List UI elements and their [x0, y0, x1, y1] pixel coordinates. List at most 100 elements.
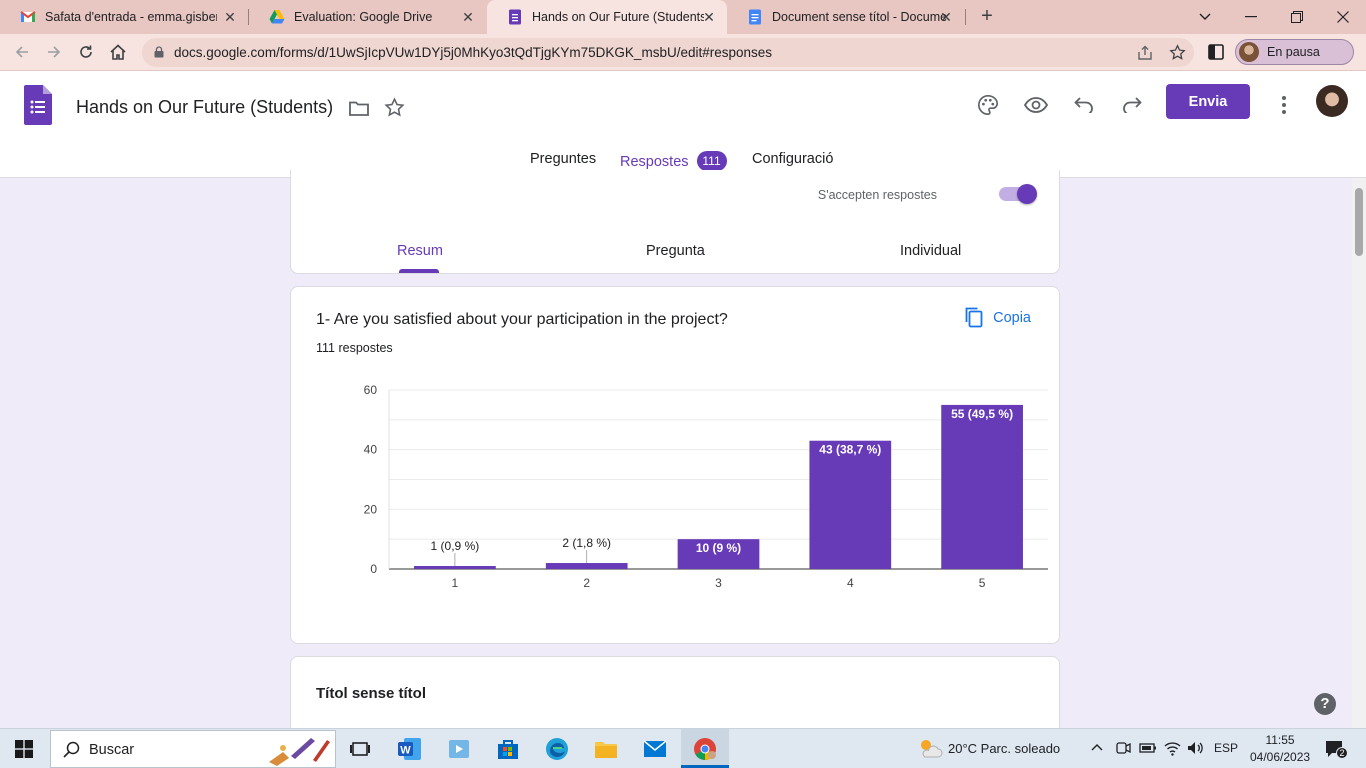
view-tab-question[interactable]: Pregunta [646, 243, 705, 259]
bar-chart: 0 20 40 60 1 1 (0,9 %) 2 2 (1,8 %) 3 10 (9 %) 4 43 … [364, 383, 1048, 590]
search-icon [63, 741, 80, 758]
y-tick-label: 60 [364, 383, 378, 397]
profile-paused-label: En pausa [1267, 45, 1320, 59]
x-tick-label: 4 [847, 576, 854, 590]
data-label: 43 (38,7 %) [819, 443, 881, 457]
y-tick-label: 20 [364, 502, 378, 516]
taskbar-search-box[interactable]: Buscar [50, 730, 336, 768]
chrome-taskbar-button[interactable] [681, 729, 729, 768]
more-options-icon[interactable] [1268, 89, 1300, 121]
tab-responses[interactable]: Respostes 111 [620, 151, 727, 171]
page-scrollbar[interactable] [1352, 178, 1366, 728]
bar [414, 566, 496, 569]
palette-icon[interactable] [972, 89, 1004, 121]
browser-tab-docs[interactable]: Document sense títol - Documen ✕ [727, 0, 964, 34]
browser-tab-drive[interactable]: Evaluation: Google Drive ✕ [249, 0, 486, 34]
responses-view-card: S'accepten respostes Resum Pregunta Indi… [290, 170, 1060, 274]
x-tick-label: 5 [979, 576, 986, 590]
taskbar-clock[interactable]: 11:55 04/06/2023 [1250, 732, 1310, 766]
preview-eye-icon[interactable] [1020, 89, 1052, 121]
browser-tab-strip: Safata d'entrada - emma.gisbert@ ✕ Evalu… [0, 0, 1366, 34]
browser-tab-forms[interactable]: Hands on Our Future (Students) - ✕ [487, 0, 727, 34]
chrome-icon [694, 738, 716, 760]
tray-chevron-up-icon[interactable] [1091, 743, 1103, 751]
bar [809, 440, 892, 569]
tab-search-icon[interactable] [1182, 0, 1228, 34]
microsoft-store-icon[interactable] [495, 736, 521, 762]
weather-partly-sunny-icon[interactable] [917, 737, 943, 759]
tab-settings[interactable]: Configuració [752, 151, 833, 167]
windows-start-icon[interactable] [15, 740, 33, 758]
mail-icon[interactable] [642, 736, 668, 762]
redo-icon[interactable] [1116, 89, 1148, 121]
edge-icon[interactable] [544, 736, 570, 762]
account-avatar[interactable] [1316, 85, 1348, 117]
minimize-icon[interactable] [1228, 0, 1274, 34]
taskbar-search-label: Buscar [89, 742, 135, 758]
tab-responses-label: Respostes [620, 154, 689, 170]
close-tab-icon[interactable]: ✕ [460, 9, 476, 25]
view-tab-individual[interactable]: Individual [900, 243, 961, 259]
accepting-responses-label: S'accepten respostes [817, 188, 937, 202]
data-label: 10 (9 %) [696, 541, 741, 555]
close-tab-icon[interactable]: ✕ [701, 9, 717, 25]
tab-questions[interactable]: Preguntes [530, 151, 596, 167]
clock-time: 11:55 [1265, 733, 1295, 747]
question-summary-card: 1- Are you satisfied about your particip… [290, 286, 1060, 644]
weather-label[interactable]: 20°C Parc. soleado [948, 741, 1060, 756]
accepting-responses-toggle[interactable] [999, 184, 1037, 204]
x-tick-label: 1 [452, 576, 459, 590]
reload-icon[interactable] [74, 40, 98, 64]
task-view-icon[interactable] [347, 736, 373, 762]
browser-tab-title: Safata d'entrada - emma.gisbert@ [45, 10, 217, 24]
browser-toolbar: docs.google.com/forms/d/1UwSjIcpVUw1DYj5… [0, 34, 1366, 71]
notification-center-icon[interactable]: 2 [1324, 739, 1348, 759]
wifi-icon[interactable] [1164, 740, 1181, 756]
responses-count-badge: 111 [696, 151, 727, 171]
back-icon[interactable] [10, 40, 34, 64]
y-tick-label: 0 [370, 562, 377, 576]
windows-taskbar: Buscar W 20°C Parc. soleado ESP 11:55 04… [0, 728, 1366, 768]
lock-icon [154, 46, 164, 58]
help-icon[interactable]: ? [1314, 693, 1336, 715]
home-icon[interactable] [106, 40, 130, 64]
profile-avatar [1239, 42, 1259, 62]
form-title[interactable]: Hands on Our Future (Students) [76, 97, 333, 118]
language-indicator[interactable]: ESP [1214, 741, 1238, 755]
view-tab-summary[interactable]: Resum [397, 243, 443, 259]
forms-icon [509, 9, 521, 25]
undo-icon[interactable] [1068, 89, 1100, 121]
file-explorer-icon[interactable] [593, 736, 619, 762]
close-window-icon[interactable] [1320, 0, 1366, 34]
close-tab-icon[interactable]: ✕ [938, 9, 954, 25]
close-tab-icon[interactable]: ✕ [222, 9, 238, 25]
bar [545, 563, 628, 569]
bar [941, 404, 1023, 569]
video-editor-icon[interactable] [446, 736, 472, 762]
new-tab-icon[interactable]: + [977, 6, 997, 26]
data-label: 1 (0,9 %) [431, 539, 480, 553]
google-forms-logo-icon[interactable] [24, 85, 52, 125]
address-bar[interactable]: docs.google.com/forms/d/1UwSjIcpVUw1DYj5… [142, 38, 1194, 67]
battery-icon[interactable] [1139, 741, 1157, 755]
volume-icon[interactable] [1187, 740, 1205, 756]
view-tab-indicator [399, 269, 439, 273]
notification-count: 2 [1336, 747, 1348, 759]
folder-icon[interactable] [349, 100, 369, 116]
profile-paused-button[interactable]: En pausa [1235, 39, 1354, 65]
star-icon[interactable] [384, 97, 405, 118]
meet-now-icon[interactable] [1115, 740, 1131, 756]
side-panel-icon[interactable] [1208, 44, 1224, 60]
restore-icon[interactable] [1274, 0, 1320, 34]
browser-tab-gmail[interactable]: Safata d'entrada - emma.gisbert@ ✕ [0, 0, 248, 34]
word-icon[interactable]: W [397, 736, 423, 762]
bookmark-star-icon[interactable] [1169, 44, 1186, 61]
browser-tab-title: Hands on Our Future (Students) - [532, 10, 704, 24]
forward-icon[interactable] [42, 40, 66, 64]
clock-date: 04/06/2023 [1250, 750, 1311, 764]
untitled-question-title: Títol sense títol [316, 685, 427, 702]
send-button[interactable]: Envia [1166, 84, 1250, 119]
search-highlight-illustration-icon [269, 738, 330, 766]
forms-header: Hands on Our Future (Students) Envia Pre… [0, 71, 1366, 178]
share-icon[interactable] [1137, 45, 1153, 61]
